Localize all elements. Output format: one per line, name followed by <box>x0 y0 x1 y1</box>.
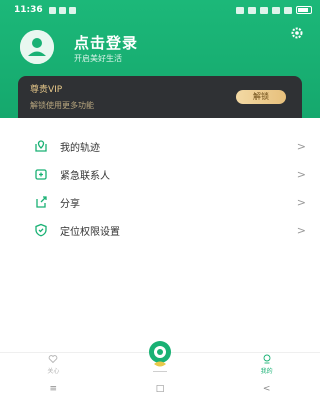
location-pin-icon <box>35 140 47 152</box>
tab-mine[interactable]: 我的 <box>213 354 320 378</box>
wifi-icon <box>272 6 280 14</box>
login-subtitle: 开启美好生活 <box>74 54 122 63</box>
location-fab-icon[interactable] <box>145 340 175 370</box>
notification-icons <box>48 6 76 14</box>
chevron-right-icon: > <box>296 139 306 153</box>
vip-title: 尊贵VIP <box>30 85 63 95</box>
signal-icon <box>284 6 292 14</box>
notification-icon <box>68 6 76 14</box>
vip-description: 解锁使用更多功能 <box>30 101 94 110</box>
chevron-right-icon: > <box>296 195 306 209</box>
notification-icon <box>58 6 66 14</box>
notification-icon <box>48 6 56 14</box>
tab-care[interactable]: 关心 <box>0 354 107 378</box>
system-nav-bar: ≡ □ < <box>0 378 320 400</box>
menu-item-share[interactable]: 分享 > <box>0 188 320 216</box>
location-status-icon <box>236 6 244 14</box>
chevron-right-icon: > <box>296 167 306 181</box>
vip-card[interactable]: 尊贵VIP 解锁使用更多功能 解锁 <box>18 76 302 118</box>
alarm-icon <box>248 6 256 14</box>
menu-item-label: 定位权限设置 <box>60 226 120 238</box>
shield-icon <box>35 223 47 237</box>
user-avatar-icon <box>20 30 54 64</box>
status-time: 11:36 <box>14 5 43 15</box>
status-right-icons <box>236 6 312 14</box>
menu-list: 我的轨迹 > 紧急联系人 > 分享 > 定位权限设置 > <box>0 132 320 244</box>
vip-unlock-button[interactable]: 解锁 <box>236 90 286 104</box>
avatar[interactable] <box>20 30 54 64</box>
tab-label: 我的 <box>260 368 273 375</box>
user-icon <box>263 354 271 364</box>
menu-icon[interactable]: ≡ <box>43 384 63 394</box>
home-icon[interactable]: □ <box>150 384 170 394</box>
menu-item-trajectory[interactable]: 我的轨迹 > <box>0 132 320 160</box>
menu-item-emergency-contact[interactable]: 紧急联系人 > <box>0 160 320 188</box>
login-title[interactable]: 点击登录 <box>74 32 138 53</box>
vibrate-icon <box>260 6 268 14</box>
status-bar: 11:36 <box>0 0 320 20</box>
menu-item-label: 我的轨迹 <box>60 142 100 154</box>
contact-add-icon <box>35 169 47 180</box>
menu-item-label: 紧急联系人 <box>60 170 110 182</box>
settings-gear-icon[interactable] <box>290 26 304 40</box>
tab-label: 关心 <box>47 368 60 375</box>
share-icon <box>36 196 47 208</box>
battery-icon <box>296 6 312 14</box>
chevron-right-icon: > <box>296 223 306 237</box>
tab-indicator <box>153 371 167 372</box>
heart-icon <box>48 355 58 364</box>
back-icon[interactable]: < <box>257 384 277 394</box>
menu-item-label: 分享 <box>60 198 80 210</box>
menu-item-location-permission[interactable]: 定位权限设置 > <box>0 216 320 244</box>
